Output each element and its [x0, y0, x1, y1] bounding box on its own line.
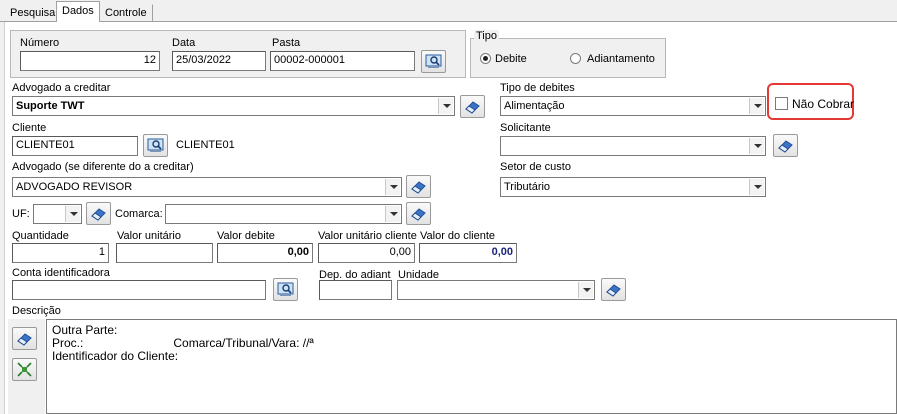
valor-unitario-field[interactable] — [116, 243, 213, 263]
advogado-creditar-label: Advogado a creditar — [12, 82, 111, 94]
setor-custo-label: Setor de custo — [500, 161, 571, 173]
advogado-value: ADVOGADO REVISOR — [16, 181, 133, 193]
solicitante-select[interactable] — [500, 136, 766, 156]
advogado-creditar-select[interactable]: Suporte TWT — [12, 96, 455, 116]
numero-field[interactable]: 12 — [20, 51, 160, 71]
tipo-debites-value: Alimentação — [504, 100, 565, 112]
setor-custo-select[interactable]: Tributário — [500, 177, 766, 197]
chevron-down-icon[interactable] — [385, 179, 400, 195]
nao-cobrar-checkbox[interactable] — [775, 97, 788, 110]
descricao-expand-button[interactable] — [12, 358, 37, 381]
cliente-search-button[interactable] — [143, 134, 168, 157]
valor-cliente-field[interactable]: 0,00 — [419, 243, 517, 263]
valor-unitario-cliente-field[interactable]: 0,00 — [318, 243, 415, 263]
tipo-debites-select[interactable]: Alimentação — [500, 96, 766, 116]
tab-pesquisa[interactable]: Pesquisa — [4, 4, 62, 22]
cliente-code-field[interactable]: CLIENTE01 — [12, 136, 138, 156]
tab-dados[interactable]: Dados — [56, 1, 100, 23]
comarca-select[interactable] — [165, 204, 402, 224]
chevron-down-icon[interactable] — [438, 98, 453, 114]
search-icon — [425, 54, 442, 68]
tipo-debites-label: Tipo de debites — [500, 82, 575, 94]
eraser-icon — [91, 208, 106, 221]
uf-label: UF: — [12, 208, 30, 220]
eraser-icon — [17, 333, 32, 346]
uf-clear-button[interactable] — [86, 202, 111, 225]
chevron-down-icon[interactable] — [749, 98, 764, 114]
pasta-field[interactable]: 00002-000001 — [270, 51, 415, 71]
cliente-name-field: CLIENTE01 — [172, 136, 491, 156]
descricao-clear-button[interactable] — [12, 327, 37, 350]
valor-unitario-label: Valor unitário — [117, 230, 181, 242]
unidade-select[interactable] — [397, 280, 595, 300]
comarca-label: Comarca: — [115, 208, 163, 220]
conta-search-button[interactable] — [273, 278, 298, 301]
tab-controle[interactable]: Controle — [99, 4, 153, 22]
chevron-down-icon[interactable] — [749, 179, 764, 195]
pasta-label: Pasta — [272, 37, 301, 49]
valor-unitario-cliente-label: Valor unitário cliente — [318, 230, 417, 242]
advogado-creditar-clear-button[interactable] — [460, 95, 485, 118]
unidade-clear-button[interactable] — [601, 278, 626, 301]
pasta-search-button[interactable] — [421, 50, 446, 73]
valor-debite-field[interactable]: 0,00 — [217, 243, 313, 263]
data-label: Data — [172, 37, 196, 49]
eraser-icon — [411, 181, 426, 194]
solicitante-label: Solicitante — [500, 122, 551, 134]
chevron-down-icon[interactable] — [749, 138, 764, 154]
tipo-debite-radio[interactable] — [480, 53, 491, 64]
conta-identificadora-field[interactable] — [12, 280, 266, 300]
cliente-label: Cliente — [12, 122, 47, 134]
search-icon — [147, 138, 164, 152]
tipo-adiantamento-label: Adiantamento — [587, 53, 655, 65]
expand-icon — [17, 362, 32, 377]
dep-adiant-field[interactable] — [319, 280, 392, 300]
advogado-select[interactable]: ADVOGADO REVISOR — [12, 177, 402, 197]
conta-identificadora-label: Conta identificadora — [12, 267, 110, 279]
solicitante-clear-button[interactable] — [773, 134, 798, 157]
chevron-down-icon[interactable] — [578, 282, 593, 298]
descricao-line: Identificador do Cliente: — [52, 349, 179, 363]
advogado-label: Advogado (se diferente do a creditar) — [12, 161, 194, 173]
eraser-icon — [778, 140, 793, 153]
quantidade-label: Quantidade — [12, 230, 69, 242]
advogado-clear-button[interactable] — [406, 175, 431, 198]
tipo-label: Tipo — [474, 30, 499, 42]
setor-custo-value: Tributário — [504, 181, 551, 193]
descricao-label: Descrição — [12, 305, 61, 317]
valor-cliente-label: Valor do cliente — [420, 230, 496, 242]
tab-strip: Pesquisa Dados Controle — [0, 0, 897, 23]
eraser-icon — [465, 101, 480, 114]
tipo-adiantamento-radio[interactable] — [570, 53, 581, 64]
nao-cobrar-label: Não Cobrar — [792, 97, 855, 111]
numero-label: Número — [20, 37, 60, 49]
data-field[interactable]: 25/03/2022 — [172, 51, 266, 71]
advogado-creditar-value: Suporte TWT — [16, 100, 85, 112]
valor-debite-label: Valor debite — [217, 230, 275, 242]
descricao-textarea[interactable]: Outra Parte: Proc.: Comarca/Tribunal/Var… — [46, 319, 897, 414]
tipo-debite-label: Debite — [495, 53, 527, 65]
search-icon — [277, 282, 294, 296]
eraser-icon — [411, 208, 426, 221]
uf-select[interactable] — [33, 204, 82, 224]
chevron-down-icon[interactable] — [65, 206, 80, 222]
comarca-clear-button[interactable] — [406, 202, 431, 225]
eraser-icon — [606, 284, 621, 297]
quantidade-field[interactable]: 1 — [12, 243, 109, 263]
chevron-down-icon[interactable] — [385, 206, 400, 222]
